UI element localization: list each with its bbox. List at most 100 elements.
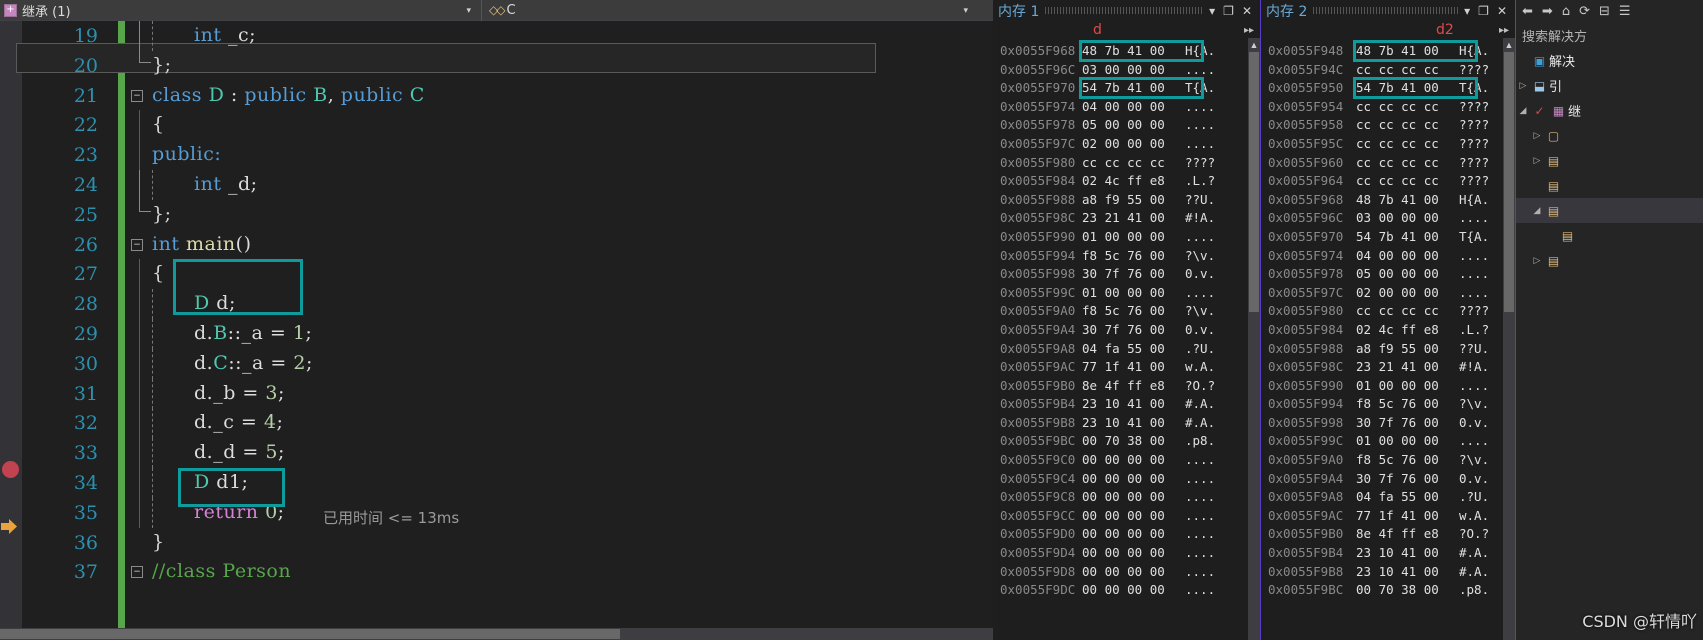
tree-item-folder-3[interactable]: ▤ xyxy=(1516,173,1703,198)
maximize-icon-2[interactable]: ❐ xyxy=(1478,4,1489,18)
tree-item-folder-1[interactable]: ▷ ▢ xyxy=(1516,123,1703,148)
memory-row[interactable]: 0x0055F9A8 04 fa 55 00 .?U. xyxy=(1268,489,1515,508)
properties-icon[interactable]: ☰ xyxy=(1619,4,1631,19)
memory-row[interactable]: 0x0055F98C 23 21 41 00 #!A. xyxy=(1000,210,1260,229)
memory-row[interactable]: 0x0055F9B0 8e 4f ff e8 ?O.? xyxy=(1000,378,1260,397)
editor-horizontal-scrollbar[interactable] xyxy=(0,628,993,640)
memory-row[interactable]: 0x0055F960 cc cc cc cc???? xyxy=(1268,155,1515,174)
memory-row[interactable]: 0x0055F990 01 00 00 00.... xyxy=(1268,378,1515,397)
memory1-address-bar[interactable]: d ▸▸ xyxy=(993,21,1260,42)
memory-row[interactable]: 0x0055F948 48 7b 41 00 H{A. xyxy=(1268,40,1515,62)
tree-item-project[interactable]: ◢ ✓ ▦ 继 xyxy=(1516,98,1703,123)
memory2-overflow-icon[interactable]: ▸▸ xyxy=(1499,25,1509,36)
memory-row[interactable]: 0x0055F9B0 8e 4f ff e8 ?O.? xyxy=(1268,526,1515,545)
maximize-icon[interactable]: ❐ xyxy=(1223,4,1234,18)
memory-row[interactable]: 0x0055F99C 01 00 00 00.... xyxy=(1268,433,1515,452)
tree-item-folder-2[interactable]: ▷ ▤ xyxy=(1516,148,1703,173)
solution-search-box[interactable]: 搜索解决方 xyxy=(1516,22,1703,48)
memory2-drag-dots[interactable] xyxy=(1313,0,1459,21)
code-editor[interactable]: 19 int _c; 20 }; 21 − class D : public B… xyxy=(0,21,993,640)
tree-item-folder-4[interactable]: ◢ ▤ xyxy=(1516,198,1703,223)
glyph-margin[interactable] xyxy=(0,21,22,640)
memory-row[interactable]: 0x0055F978 05 00 00 00.... xyxy=(1268,266,1515,285)
memory-row[interactable]: 0x0055F9B4 23 10 41 00 #.A. xyxy=(1000,396,1260,415)
memory-row[interactable]: 0x0055F984 02 4c ff e8 .L.? xyxy=(1000,173,1260,192)
file-dropdown[interactable]: ◇◇ C ▾ xyxy=(482,0,993,21)
close-icon[interactable]: ✕ xyxy=(1242,4,1252,18)
refresh-icon[interactable]: ⟳ xyxy=(1579,4,1590,19)
fold-toggle-icon-2[interactable]: − xyxy=(131,238,143,251)
memory-row[interactable]: 0x0055F9DC 00 00 00 00.... xyxy=(1000,582,1260,601)
memory2-vscroll-thumb[interactable] xyxy=(1504,52,1514,312)
memory1-drag-dots[interactable] xyxy=(1045,0,1204,21)
fold-toggle-icon[interactable]: − xyxy=(131,89,143,102)
memory-row[interactable]: 0x0055F9A0 f8 5c 76 00 ?\v. xyxy=(1000,303,1260,322)
tree-item-file-1[interactable]: ▤ xyxy=(1516,223,1703,248)
memory-row[interactable]: 0x0055F9D4 00 00 00 00.... xyxy=(1000,545,1260,564)
memory-row[interactable]: 0x0055F9B4 23 10 41 00 #.A. xyxy=(1268,545,1515,564)
member-dropdown[interactable]: + 继承 (1) ▾ xyxy=(0,0,481,21)
memory-row[interactable]: 0x0055F97C 02 00 00 00.... xyxy=(1000,136,1260,155)
memory-row[interactable]: 0x0055F988 a8 f9 55 00 ??U. xyxy=(1000,192,1260,211)
memory-row[interactable]: 0x0055F9BC 00 70 38 00 .p8. xyxy=(1268,582,1515,601)
memory-row[interactable]: 0x0055F9C4 00 00 00 00.... xyxy=(1000,471,1260,490)
memory-row[interactable]: 0x0055F980 cc cc cc cc???? xyxy=(1268,303,1515,322)
memory-row[interactable]: 0x0055F994 f8 5c 76 00 ?\v. xyxy=(1268,396,1515,415)
memory-row[interactable]: 0x0055F968 48 7b 41 00 H{A. xyxy=(1000,40,1260,62)
memory1-vertical-scrollbar[interactable]: ▲ xyxy=(1248,38,1260,640)
twisty-icon-2[interactable]: ▷ xyxy=(1516,81,1530,91)
memory2-address-bar[interactable]: d2 ▸▸ xyxy=(1261,21,1515,42)
memory-row[interactable]: 0x0055F974 04 00 00 00.... xyxy=(1268,248,1515,267)
scroll-up-icon-2[interactable]: ▲ xyxy=(1503,38,1515,52)
forward-icon[interactable]: ➡ xyxy=(1542,4,1553,19)
memory-row[interactable]: 0x0055F970 54 7b 41 00 T{A. xyxy=(1268,229,1515,248)
pin-dropdown-icon-2[interactable]: ▾ xyxy=(1464,4,1470,18)
memory-row[interactable]: 0x0055F998 30 7f 76 00 0.v. xyxy=(1000,266,1260,285)
memory-row[interactable]: 0x0055F970 54 7b 41 00 T{A. xyxy=(1000,77,1260,100)
pin-dropdown-icon[interactable]: ▾ xyxy=(1209,4,1215,18)
memory-row[interactable]: 0x0055F98C 23 21 41 00 #!A. xyxy=(1268,359,1515,378)
tree-item-file-2[interactable]: ▷ ▤ xyxy=(1516,248,1703,273)
solution-tree[interactable]: ▣ 解决 ▷ ⬓ 引 ◢ ✓ ▦ 继 ▷ ▢ ▷ ▤ ▤ ◢ ▤ ▤ ▷ ▤ xyxy=(1516,48,1703,273)
memory-row[interactable]: 0x0055F9AC 77 1f 41 00 w.A. xyxy=(1000,359,1260,378)
chevron-down-icon[interactable]: ▾ xyxy=(466,5,471,16)
memory-row[interactable]: 0x0055F9A4 30 7f 76 00 0.v. xyxy=(1000,322,1260,341)
memory-row[interactable]: 0x0055F9AC 77 1f 41 00 w.A. xyxy=(1268,508,1515,527)
memory-row[interactable]: 0x0055F9CC 00 00 00 00.... xyxy=(1000,508,1260,527)
twisty-icon-4[interactable]: ▷ xyxy=(1530,131,1544,141)
memory-row[interactable]: 0x0055F958 cc cc cc cc???? xyxy=(1268,117,1515,136)
collapse-all-icon[interactable]: ⊟ xyxy=(1599,4,1610,19)
memory1-vscroll-thumb[interactable] xyxy=(1249,52,1259,312)
memory-row[interactable]: 0x0055F99C 01 00 00 00.... xyxy=(1000,285,1260,304)
breakpoint-icon[interactable] xyxy=(2,461,19,478)
back-icon[interactable]: ⬅ xyxy=(1522,4,1533,19)
memory-row[interactable]: 0x0055F988 a8 f9 55 00 ??U. xyxy=(1268,341,1515,360)
memory-row[interactable]: 0x0055F9A8 04 fa 55 00 .?U. xyxy=(1000,341,1260,360)
memory-row[interactable]: 0x0055F980 cc cc cc cc???? xyxy=(1000,155,1260,174)
twisty-icon-3[interactable]: ◢ xyxy=(1516,106,1530,116)
twisty-icon-9[interactable]: ▷ xyxy=(1530,256,1544,266)
twisty-icon-7[interactable]: ◢ xyxy=(1530,206,1544,216)
memory-row[interactable]: 0x0055F954 cc cc cc cc???? xyxy=(1268,99,1515,118)
fold-toggle-icon-3[interactable]: − xyxy=(131,566,143,579)
twisty-icon-5[interactable]: ▷ xyxy=(1530,156,1544,166)
memory-row[interactable]: 0x0055F994 f8 5c 76 00 ?\v. xyxy=(1000,248,1260,267)
memory2-vertical-scrollbar[interactable]: ▲ xyxy=(1503,38,1515,640)
memory-row[interactable]: 0x0055F9A4 30 7f 76 00 0.v. xyxy=(1268,471,1515,490)
memory-row[interactable]: 0x0055F97C 02 00 00 00.... xyxy=(1268,285,1515,304)
memory-row[interactable]: 0x0055F998 30 7f 76 00 0.v. xyxy=(1268,415,1515,434)
memory-row[interactable]: 0x0055F9B8 23 10 41 00 #.A. xyxy=(1000,415,1260,434)
memory-row[interactable]: 0x0055F950 54 7b 41 00 T{A. xyxy=(1268,77,1515,100)
memory-row[interactable]: 0x0055F9D0 00 00 00 00.... xyxy=(1000,526,1260,545)
memory1-overflow-icon[interactable]: ▸▸ xyxy=(1244,25,1254,36)
memory-row[interactable]: 0x0055F964 cc cc cc cc???? xyxy=(1268,173,1515,192)
memory-row[interactable]: 0x0055F9D8 00 00 00 00.... xyxy=(1000,564,1260,583)
memory2-dump[interactable]: 0x0055F948 48 7b 41 00 H{A. 0x0055F94C cc cc… xyxy=(1261,40,1515,601)
close-icon-2[interactable]: ✕ xyxy=(1497,4,1507,18)
memory-row[interactable]: 0x0055F9A0 f8 5c 76 00 ?\v. xyxy=(1268,452,1515,471)
tree-item-references[interactable]: ▷ ⬓ 引 xyxy=(1516,73,1703,98)
memory-row[interactable]: 0x0055F96C 03 00 00 00.... xyxy=(1268,210,1515,229)
memory-row[interactable]: 0x0055F974 04 00 00 00.... xyxy=(1000,99,1260,118)
memory-row[interactable]: 0x0055F9BC 00 70 38 00 .p8. xyxy=(1000,433,1260,452)
memory-row[interactable]: 0x0055F9C0 00 00 00 00.... xyxy=(1000,452,1260,471)
